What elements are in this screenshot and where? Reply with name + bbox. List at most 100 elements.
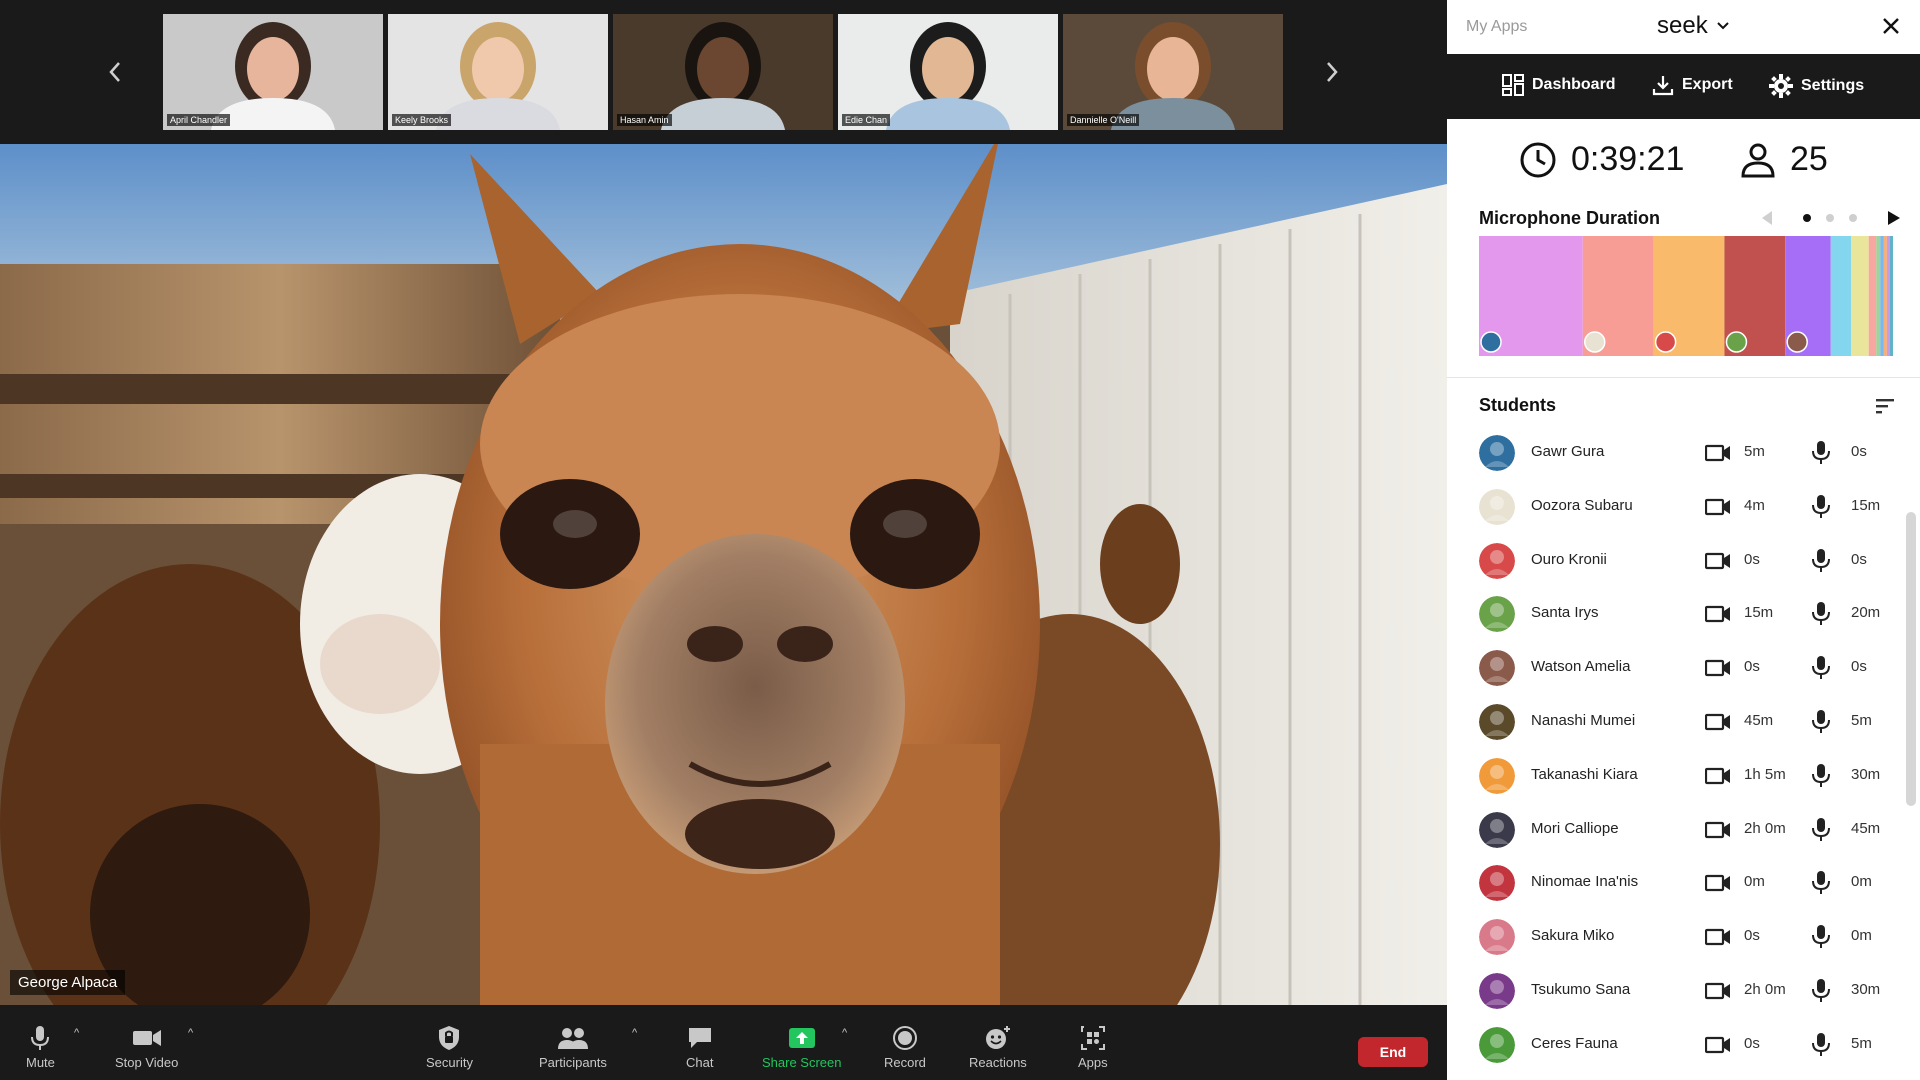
student-row[interactable]: Gawr Gura 5m 0s	[1447, 425, 1920, 479]
segment-avatar	[1654, 331, 1677, 353]
camera-icon	[1704, 712, 1731, 737]
participants-button[interactable]: Participants	[539, 1025, 607, 1070]
segment-avatar	[1480, 331, 1502, 353]
microphone-duration: 0s	[1851, 550, 1867, 568]
student-row[interactable]: Ouro Kronii 0s 0s	[1447, 533, 1920, 587]
camera-duration: 1h 5m	[1744, 765, 1786, 783]
camera-icon	[1704, 766, 1731, 791]
student-name: Santa Irys	[1531, 604, 1599, 622]
close-icon[interactable]	[1879, 14, 1903, 38]
participant-thumbnail-strip: April Chandler Keely Brooks Hasan Amin Edie…	[0, 0, 1447, 144]
mute-button[interactable]: Mute	[26, 1025, 55, 1070]
mic-duration-segment[interactable]	[1868, 236, 1877, 356]
chat-icon	[688, 1028, 711, 1048]
participant-thumbnail[interactable]: Hasan Amin	[613, 14, 833, 130]
segment-avatar	[1786, 331, 1808, 353]
panel-header: My Apps seek	[1447, 0, 1920, 55]
chevron-left-icon[interactable]	[95, 50, 135, 94]
student-row[interactable]: Takanashi Kiara 1h 5m 30m	[1447, 748, 1920, 802]
video-camera-icon	[132, 1030, 161, 1046]
chat-button[interactable]: Chat	[686, 1025, 713, 1070]
stop-video-label: Stop Video	[115, 1055, 179, 1070]
chart-prev-icon[interactable]	[1762, 211, 1772, 225]
student-row[interactable]: Nanashi Mumei 45m 5m	[1447, 694, 1920, 748]
mute-options-caret[interactable]: ^	[74, 1027, 79, 1039]
camera-duration: 45m	[1744, 712, 1774, 729]
camera-duration: 5m	[1744, 443, 1765, 460]
participant-name-label: April Chandler	[167, 114, 231, 126]
security-button[interactable]: Security	[426, 1025, 473, 1070]
chart-page-dot[interactable]	[1849, 214, 1857, 222]
avatar	[1479, 488, 1515, 525]
camera-duration: 0s	[1744, 927, 1760, 945]
elapsed-time-value: 0:39:21	[1571, 140, 1685, 178]
chart-page-dot[interactable]	[1803, 214, 1811, 222]
participant-thumbnail[interactable]: Dannielle O'Neill	[1063, 14, 1283, 130]
reactions-button[interactable]: Reactions	[969, 1025, 1027, 1070]
alpaca-video-frame	[0, 144, 1447, 1005]
student-row[interactable]: Mori Calliope 2h 0m 45m	[1447, 802, 1920, 856]
microphone-duration: 0m	[1851, 873, 1872, 891]
settings-tab[interactable]: Settings	[1769, 74, 1864, 98]
chevron-right-icon[interactable]	[1312, 50, 1352, 94]
camera-duration: 0s	[1744, 550, 1760, 568]
microphone-icon	[1811, 440, 1831, 471]
chart-next-icon[interactable]	[1888, 211, 1900, 225]
participant-thumbnail[interactable]: Edie Chan	[838, 14, 1058, 130]
microphone-icon	[1811, 763, 1831, 794]
stop-video-button[interactable]: Stop Video	[115, 1025, 178, 1070]
microphone-icon	[1811, 817, 1831, 848]
section-divider	[1447, 377, 1920, 378]
elapsed-time-stat: 0:39:21	[1519, 140, 1684, 179]
student-row[interactable]: Sakura Miko 0s 0m	[1447, 909, 1920, 963]
camera-icon	[1704, 551, 1731, 576]
my-apps-link[interactable]: My Apps	[1466, 18, 1527, 36]
mic-duration-segment[interactable]	[1850, 236, 1869, 356]
mic-duration-segment[interactable]	[1830, 236, 1851, 356]
mic-duration-segment[interactable]	[1876, 236, 1881, 356]
chart-page-dot[interactable]	[1826, 214, 1834, 222]
video-options-caret[interactable]: ^	[188, 1027, 193, 1039]
student-row[interactable]: Ceres Fauna 0s 5m	[1447, 1017, 1920, 1071]
microphone-duration-title: Microphone Duration	[1479, 208, 1660, 228]
chat-label: Chat	[686, 1055, 714, 1070]
dashboard-tab[interactable]: Dashboard	[1502, 74, 1616, 96]
record-button[interactable]: Record	[884, 1025, 926, 1070]
avatar	[1479, 919, 1515, 956]
chart-pager	[1760, 207, 1900, 229]
end-meeting-button[interactable]: End	[1358, 1037, 1428, 1067]
mic-duration-segment[interactable]	[1883, 236, 1887, 356]
participants-options-caret[interactable]: ^	[632, 1027, 637, 1039]
camera-duration: 0s	[1744, 1034, 1760, 1052]
apps-label: Apps	[1078, 1055, 1108, 1070]
mic-duration-segment[interactable]	[1880, 236, 1884, 356]
student-row[interactable]: Oozora Subaru 4m 15m	[1447, 479, 1920, 533]
participant-thumbnail[interactable]: April Chandler	[163, 14, 383, 130]
share-options-caret[interactable]: ^	[842, 1027, 847, 1039]
shield-icon	[439, 1026, 460, 1050]
dashboard-icon	[1502, 74, 1524, 96]
export-tab[interactable]: Export	[1652, 74, 1733, 96]
student-row[interactable]: Santa Irys 15m 20m	[1447, 586, 1920, 640]
mic-duration-segment[interactable]	[1886, 236, 1890, 356]
share-screen-label: Share Screen	[762, 1055, 842, 1070]
app-name: seek	[1657, 12, 1708, 39]
student-row[interactable]: Watson Amelia 0s 0s	[1447, 640, 1920, 694]
sort-icon[interactable]	[1874, 396, 1896, 416]
microphone-duration: 0m	[1851, 927, 1872, 945]
seek-app-panel: My Apps seek Dashboard Export Settings 0…	[1447, 0, 1920, 1080]
student-row[interactable]: Ninomae Ina'nis 0m 0m	[1447, 855, 1920, 909]
participant-video	[1063, 14, 1283, 130]
share-screen-button[interactable]: Share Screen	[762, 1025, 842, 1070]
panel-scrollbar[interactable]	[1906, 512, 1916, 806]
dashboard-label: Dashboard	[1532, 76, 1616, 93]
participant-thumbnail[interactable]: Keely Brooks	[388, 14, 608, 130]
microphone-icon	[1811, 924, 1831, 955]
app-switcher[interactable]: seek	[1657, 12, 1730, 40]
mic-duration-segment[interactable]	[1889, 236, 1893, 356]
apps-button[interactable]: Apps	[1078, 1025, 1108, 1070]
student-row[interactable]: Tsukumo Sana 2h 0m 30m	[1447, 963, 1920, 1017]
settings-label: Settings	[1801, 77, 1865, 94]
participant-video	[163, 14, 383, 130]
reactions-label: Reactions	[969, 1055, 1027, 1070]
